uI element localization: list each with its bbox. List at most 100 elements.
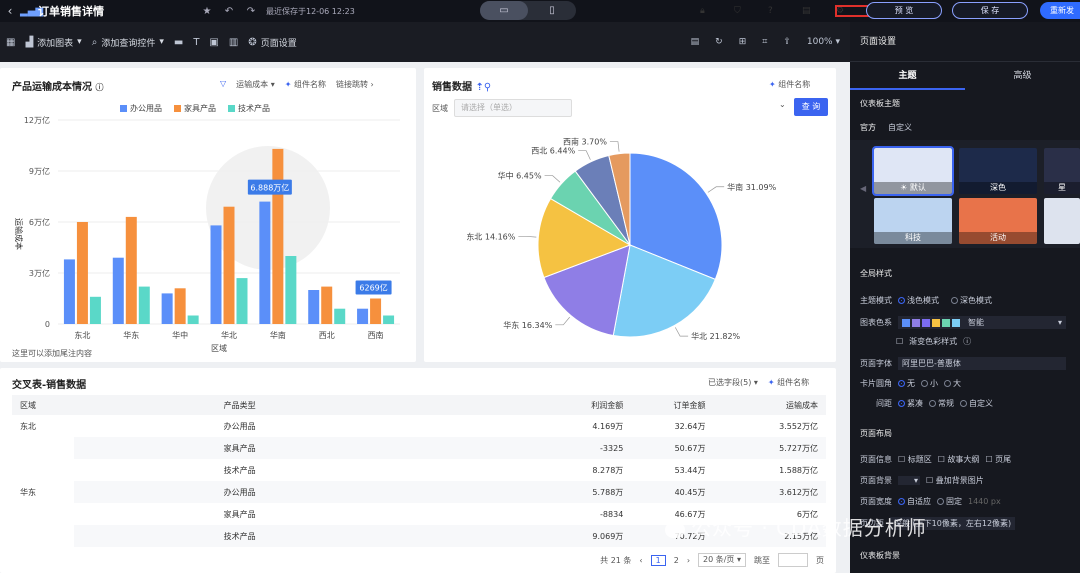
undo-icon[interactable]: ↶ <box>218 6 240 17</box>
spacing-compact-radio[interactable]: 紧凑 <box>898 398 923 409</box>
theme-dark-label: 深色 <box>959 182 1037 194</box>
pie-chart-card[interactable]: 销售数据 ⇡⚲ ✦ 组件名称 区域 请选择（单选） ⌄ 查 询 华南 31.09… <box>424 68 836 362</box>
desktop-icon[interactable]: ▭ <box>480 1 528 20</box>
bar <box>272 148 284 324</box>
color-palette-select[interactable]: 智能 ▾ <box>898 316 1066 329</box>
tab-theme[interactable]: 主题 <box>850 62 965 90</box>
table-cell <box>12 459 74 481</box>
structure-icon[interactable]: ⌗ <box>762 37 767 47</box>
global-style-label: 全局样式 <box>860 269 892 278</box>
report-icon[interactable]: ▤ <box>691 37 700 47</box>
page-settings-button[interactable]: ❂ 页面设置 <box>248 36 296 49</box>
grid-icon[interactable]: ⊞ <box>739 37 747 47</box>
device-toggle: ▭ ▯ <box>480 1 576 20</box>
y-tick-label: 3万亿 <box>29 268 50 278</box>
selected-fields-dropdown[interactable]: 已选字段(5) ▾ <box>708 377 758 388</box>
info-icon[interactable]: ⓘ <box>963 336 971 347</box>
story-checkbox[interactable]: ☐ 故事大纲 <box>938 454 980 465</box>
adaptive-radio[interactable]: 自适应 <box>898 496 931 507</box>
table-header-cell[interactable]: 区域 <box>12 395 74 415</box>
pie-label: 华中 6.45% <box>498 171 542 181</box>
radius-none-text: 无 <box>907 379 915 388</box>
folder-button[interactable]: ▬ <box>174 37 183 48</box>
overlay-bg-checkbox[interactable]: ☐ 叠加背景图片 <box>926 475 984 486</box>
fixed-radio[interactable]: 固定 <box>937 496 962 507</box>
table-header-cell[interactable]: 产品类型 <box>73 395 542 415</box>
add-query-menu[interactable]: ⌕ 添加查询控件 ▾ <box>92 36 164 49</box>
table-header-cell[interactable]: 运输成本 <box>705 395 826 415</box>
dark-mode-radio[interactable]: 深色模式 <box>951 295 992 306</box>
tab-button[interactable]: ▥ <box>229 37 238 48</box>
table-row[interactable]: 东北 办公用品 4.169万 32.64万 3.552万亿 <box>12 415 826 437</box>
bar-chart-card[interactable]: 产品运输成本情况 ⓘ ▽ 运输成本 ▾ ✦ 组件名称 链接跳转 › 办公用品 家具… <box>0 68 416 362</box>
radius-none-radio[interactable]: 无 <box>898 378 915 389</box>
help-icon[interactable]: ? <box>768 6 802 16</box>
save-button[interactable]: 保 存 <box>952 2 1028 19</box>
spacing-custom-radio[interactable]: 自定义 <box>960 398 993 409</box>
theme-dark[interactable]: 深色 <box>959 148 1037 194</box>
tab-advanced[interactable]: 高级 <box>965 62 1080 90</box>
x-tick-label: 华南 <box>270 330 286 340</box>
y-axis-label: 运输成本 <box>14 218 24 250</box>
theme-star[interactable]: 星 <box>1044 148 1080 194</box>
footer-checkbox[interactable]: ☐ 页尾 <box>985 454 1011 465</box>
theme-default[interactable]: ☀ 默认 <box>872 146 954 196</box>
gradient-checkbox[interactable]: ☐ <box>896 337 903 346</box>
custom-tab[interactable]: 自定义 <box>888 122 912 133</box>
official-tab[interactable]: 官方 <box>860 122 876 133</box>
width-input[interactable]: 1440 px <box>968 497 1001 506</box>
layout-icon[interactable]: ▦ <box>6 37 15 48</box>
redo-icon[interactable]: ↷ <box>240 6 262 17</box>
radius-small-radio[interactable]: 小 <box>921 378 938 389</box>
theme-gallery: ◀ ☀ 默认 深色 星 科技 活动 <box>850 140 1080 248</box>
theme-extra[interactable] <box>1044 198 1080 244</box>
table-row[interactable]: 家具产品 -3325 50.67万 5.727万亿 <box>12 437 826 459</box>
title-area-checkbox[interactable]: ☐ 标题区 <box>898 454 932 465</box>
zoom-level[interactable]: 100% ▾ <box>807 37 840 47</box>
theme-tech[interactable]: 科技 <box>874 198 952 244</box>
document-icon[interactable]: ▤ <box>802 6 836 16</box>
table-cell: 5.727万亿 <box>779 443 818 453</box>
theme-settings-icon[interactable]: ⚙ <box>835 5 871 17</box>
prev-page-icon[interactable]: ‹ <box>639 556 642 565</box>
text-button[interactable]: T <box>193 37 199 48</box>
goto-input[interactable] <box>778 553 808 567</box>
bar-chart: 0 3万亿 6万亿 9万亿 12万亿运输成本东北 华东 华中 华北 华南 西北 西南区域 6.888万… <box>14 115 400 353</box>
mobile-icon[interactable]: ▯ <box>528 1 576 20</box>
publish-button[interactable]: 重新发 <box>1040 2 1080 19</box>
page-1-button[interactable]: 1 <box>650 554 666 566</box>
component-name-link[interactable]: ✦ 组件名称 <box>768 377 809 388</box>
preview-button[interactable]: 预 览 <box>866 2 942 19</box>
table-header-cell[interactable]: 利润金额 <box>541 395 624 415</box>
table-cell: -3325 <box>600 443 624 453</box>
prev-theme-icon[interactable]: ◀ <box>860 184 866 193</box>
image-button[interactable]: ▣ <box>209 37 218 48</box>
next-page-icon[interactable]: › <box>687 556 690 565</box>
table-header-cell[interactable]: 订单金额 <box>623 395 706 415</box>
radius-large-radio[interactable]: 大 <box>944 378 961 389</box>
page-2-button[interactable]: 2 <box>674 556 679 565</box>
dark-mode-text: 深色模式 <box>960 296 992 305</box>
bar <box>210 225 222 324</box>
back-arrow-icon[interactable]: ‹ <box>0 4 20 18</box>
bar <box>223 206 235 324</box>
theme-event[interactable]: 活动 <box>959 198 1037 244</box>
lock-icon[interactable]: 🔒︎ <box>700 6 734 16</box>
page-font-label: 页面字体 <box>860 359 892 368</box>
card-radius-label: 卡片圆角 <box>860 379 892 388</box>
shield-icon[interactable]: ⛉ <box>734 6 768 16</box>
light-mode-radio[interactable]: 浅色模式 <box>898 295 939 306</box>
table-row[interactable]: 技术产品 8.278万 53.44万 1.588万亿 <box>12 459 826 481</box>
star-icon[interactable]: ★ <box>196 6 218 17</box>
font-select[interactable]: 阿里巴巴-普惠体 <box>898 357 1066 370</box>
table-row[interactable]: 华东 办公用品 5.788万 40.45万 3.612万亿 <box>12 481 826 503</box>
light-mode-text: 浅色模式 <box>907 296 939 305</box>
export-icon[interactable]: ⇪ <box>783 37 791 47</box>
selected-fields-text: 已选字段(5) <box>708 378 752 387</box>
add-chart-menu[interactable]: ▟ 添加图表 ▾ <box>25 36 81 49</box>
cross-table-card[interactable]: 交叉表-销售数据 已选字段(5) ▾ ✦ 组件名称 区域 产品类型 利润金额 订单金额… <box>0 368 836 573</box>
spacing-normal-radio[interactable]: 常规 <box>929 398 954 409</box>
bg-color-picker[interactable]: ▾ <box>898 476 920 485</box>
page-size-select[interactable]: 20 条/页 ▾ <box>698 553 746 567</box>
refresh-icon[interactable]: ↻ <box>715 37 723 47</box>
